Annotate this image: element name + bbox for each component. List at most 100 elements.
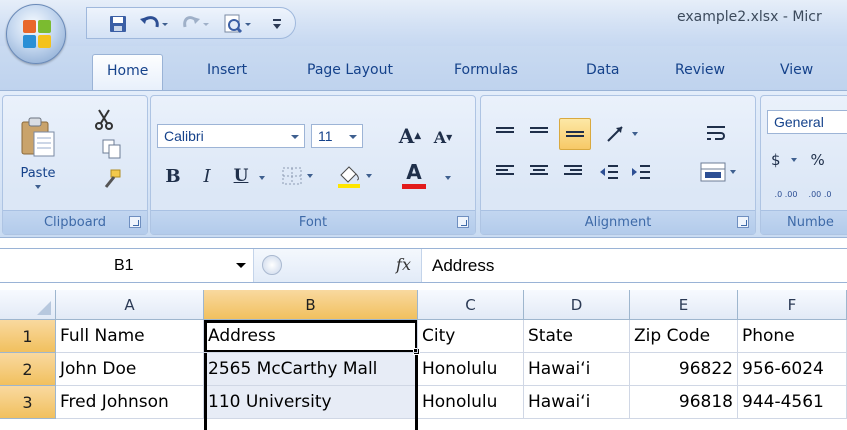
tab-review[interactable]: Review (675, 62, 725, 78)
clipboard-group-label: Clipboard (3, 210, 147, 234)
alignment-dialog-launcher[interactable] (737, 216, 749, 228)
tab-page-layout[interactable]: Page Layout (307, 62, 393, 78)
increase-indent-icon (632, 165, 650, 179)
ribbon: Paste Clipboard Calibri 11 A▲ A▼ B I U (0, 90, 847, 238)
cell-d3[interactable]: Hawai‘i (524, 386, 630, 419)
currency-button[interactable]: $ % (771, 146, 831, 174)
align-left-icon (496, 165, 514, 179)
cell-c1[interactable]: City (418, 320, 524, 353)
align-middle-icon (530, 127, 548, 141)
number-format-value: General (774, 114, 824, 130)
cell-f1[interactable]: Phone (738, 320, 847, 353)
fill-color-button[interactable] (329, 160, 379, 192)
tab-view[interactable]: View (780, 62, 813, 78)
worksheet-grid: A B C D E F 1 Full Name Address City Sta… (0, 290, 847, 430)
column-header-c[interactable]: C (418, 290, 524, 320)
format-painter-button[interactable] (99, 166, 125, 192)
cell-f2[interactable]: 956-6024 (738, 353, 847, 386)
tab-insert[interactable]: Insert (207, 62, 247, 78)
copy-button[interactable] (99, 136, 125, 162)
undo-icon[interactable] (137, 13, 171, 35)
font-size-value: 11 (318, 128, 333, 144)
decrease-decimal-button[interactable]: .00 .0 (805, 182, 835, 206)
cell-d1[interactable]: State (524, 320, 630, 353)
grow-font-button[interactable]: A ▲ (395, 122, 425, 150)
cell-c2[interactable]: Honolulu (418, 353, 524, 386)
redo-icon[interactable] (179, 13, 213, 35)
tab-formulas[interactable]: Formulas (454, 62, 518, 78)
paste-button[interactable]: Paste (11, 102, 65, 202)
cell-a1[interactable]: Full Name (56, 320, 204, 353)
row-header-3[interactable]: 3 (0, 386, 56, 419)
cell-e1[interactable]: Zip Code (630, 320, 738, 353)
wrap-text-button[interactable] (699, 118, 733, 150)
align-center-button[interactable] (525, 158, 553, 186)
insert-function-button[interactable]: fx (396, 255, 411, 274)
tab-home[interactable]: Home (92, 54, 164, 90)
orientation-button[interactable] (599, 118, 643, 150)
cell-c3[interactable]: Honolulu (418, 386, 524, 419)
cell-e2[interactable]: 96822 (630, 353, 738, 386)
underline-dropdown-icon[interactable] (259, 176, 265, 180)
increase-indent-button[interactable] (627, 158, 655, 186)
paste-icon (21, 117, 55, 156)
tab-data[interactable]: Data (586, 62, 619, 78)
underline-button[interactable]: U (229, 162, 253, 190)
shrink-font-button[interactable]: A ▼ (429, 124, 457, 150)
clipboard-dialog-launcher[interactable] (129, 216, 141, 228)
bold-button[interactable]: B (161, 162, 185, 190)
font-dialog-launcher[interactable] (457, 216, 469, 228)
save-icon[interactable] (107, 13, 129, 35)
font-name-dropdown[interactable]: Calibri (157, 124, 305, 148)
paint-bucket-icon (338, 166, 360, 188)
top-align-button[interactable] (491, 120, 519, 148)
orientation-icon (607, 126, 623, 142)
font-color-dropdown-icon[interactable] (445, 176, 451, 180)
cell-a2[interactable]: John Doe (56, 353, 204, 386)
number-format-dropdown[interactable]: General (767, 110, 847, 134)
clipboard-group: Paste Clipboard (2, 95, 148, 235)
window-title: example2.xlsx - Micr (677, 9, 822, 25)
column-header-a[interactable]: A (56, 290, 204, 320)
chevron-down-icon (291, 135, 299, 139)
decrease-indent-button[interactable] (595, 158, 623, 186)
column-header-b[interactable]: B (204, 290, 418, 320)
currency-icon: $ (771, 151, 781, 169)
increase-decimal-button[interactable]: .0 .00 (771, 182, 801, 206)
font-color-button[interactable]: A (389, 158, 439, 192)
cell-e3[interactable]: 96818 (630, 386, 738, 419)
column-header-d[interactable]: D (524, 290, 630, 320)
cut-button[interactable] (91, 106, 117, 132)
print-preview-icon[interactable] (221, 13, 255, 35)
cell-f3[interactable]: 944-4561 (738, 386, 847, 419)
align-right-button[interactable] (559, 158, 587, 186)
formula-input[interactable]: Address (432, 249, 494, 282)
shrink-font-icon: A (433, 127, 447, 147)
align-right-icon (564, 165, 582, 179)
cell-a3[interactable]: Fred Johnson (56, 386, 204, 419)
percent-icon[interactable]: % (811, 151, 825, 169)
cell-b2[interactable]: 2565 McCarthy Mall (204, 353, 418, 386)
font-size-dropdown[interactable]: 11 (311, 124, 363, 148)
bottom-align-button[interactable] (559, 118, 591, 150)
select-all-button[interactable] (0, 290, 56, 320)
align-center-icon (530, 165, 548, 179)
middle-align-button[interactable] (525, 120, 553, 148)
row-header-1[interactable]: 1 (0, 320, 56, 353)
cell-d2[interactable]: Hawai‘i (524, 353, 630, 386)
customize-qat-icon[interactable] (267, 13, 287, 35)
name-box-dropdown-icon[interactable] (236, 263, 246, 268)
name-box[interactable]: B1 (0, 249, 254, 282)
borders-button[interactable] (275, 162, 319, 190)
alignment-group: Alignment (480, 95, 756, 235)
cell-b1[interactable]: Address (204, 320, 418, 353)
column-header-e[interactable]: E (630, 290, 738, 320)
align-left-button[interactable] (491, 158, 519, 186)
cell-b3[interactable]: 110 University (204, 386, 418, 419)
column-header-f[interactable]: F (738, 290, 847, 320)
chevron-down-icon (366, 174, 372, 178)
row-header-2[interactable]: 2 (0, 353, 56, 386)
office-button[interactable] (6, 4, 66, 64)
merge-center-button[interactable] (693, 156, 743, 188)
italic-button[interactable]: I (195, 162, 219, 190)
